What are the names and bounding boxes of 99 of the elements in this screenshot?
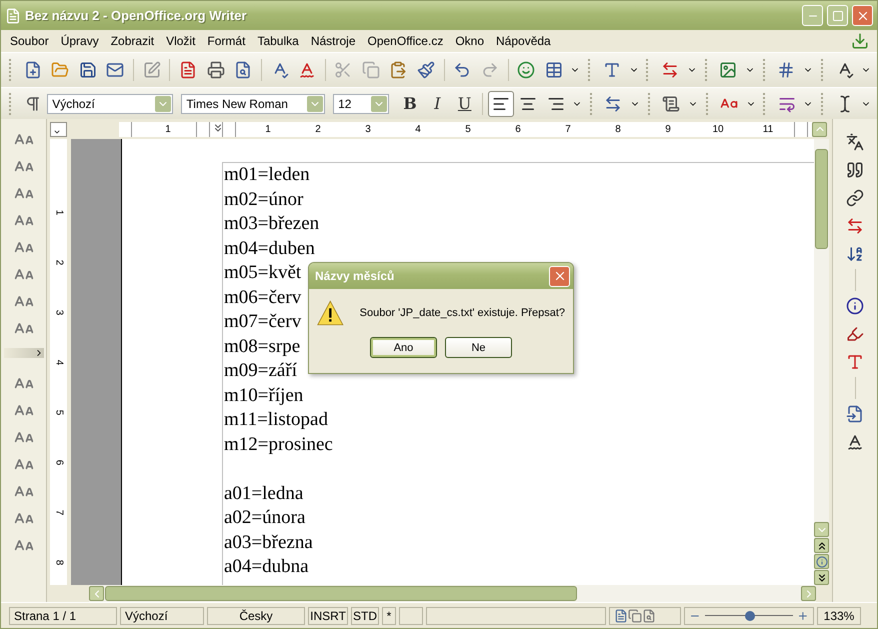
print-icon (206, 61, 225, 79)
text-line: m09=září (224, 360, 297, 381)
font-icon (846, 353, 864, 371)
navigator-icon (517, 61, 536, 79)
modified-indicator: * (382, 606, 396, 624)
menu-item[interactable]: Tabulka (252, 32, 304, 50)
text-line: m03=březen (224, 213, 320, 234)
text-line: m01=leden (224, 164, 310, 185)
selection-mode: STD (351, 606, 379, 624)
dialog-title: Názvy měsíců (315, 269, 394, 283)
indent-marker-icon (212, 122, 224, 134)
dialog-button[interactable]: Ano (370, 337, 437, 358)
text-line: m05=květ (224, 262, 302, 283)
highlight-icon (846, 325, 864, 343)
paste-icon (389, 61, 408, 79)
zoom-slider-thumb[interactable] (744, 610, 755, 620)
image-icon (719, 61, 738, 79)
ruler-number: 6 (53, 459, 64, 465)
open-icon (51, 61, 70, 79)
align-button[interactable] (488, 90, 514, 116)
book-view-icon (642, 608, 656, 622)
scroll-left-button[interactable] (89, 586, 104, 601)
menu-item[interactable]: Nástroje (306, 32, 360, 50)
update-icon (851, 32, 869, 50)
menu-item[interactable]: Vložit (161, 32, 200, 50)
previous-page-button[interactable] (814, 538, 829, 553)
text-line: a04=dubna (224, 556, 309, 577)
multi-page-icon (628, 608, 642, 622)
text-line: m12=prosinec (224, 434, 333, 454)
menu-item[interactable]: Úpravy (56, 32, 104, 50)
text-line: m08=srpe (224, 336, 300, 356)
text-line: a02=února (224, 507, 306, 528)
dialog-message: Soubor 'JP_date_cs.txt' existuje. Přepsat? (360, 307, 565, 319)
single-page-icon (614, 608, 628, 622)
undo-icon (453, 61, 472, 79)
close-button[interactable] (549, 266, 570, 286)
ruler-number: 8 (53, 559, 64, 565)
edit-file-icon (142, 61, 161, 79)
ruler-number: 5 (53, 409, 64, 415)
bold-button[interactable]: B (397, 90, 423, 116)
new-document-icon (24, 61, 42, 79)
text-line: a03=března (224, 532, 313, 552)
zoom-reading: 133% (817, 606, 861, 624)
italic-button[interactable]: I (424, 90, 450, 116)
menu-item[interactable]: OpenOffice.cz (362, 32, 448, 50)
script-icon (662, 94, 680, 112)
next-page-button[interactable] (814, 570, 829, 585)
tab-type-selector[interactable] (50, 122, 67, 136)
export-pdf-icon (179, 61, 198, 79)
scrollbar-thumb[interactable] (105, 586, 577, 601)
insert-mode: INSRT (308, 606, 348, 624)
text-tool-icon (602, 61, 621, 79)
text-line: a01=ledna (224, 482, 304, 504)
text-line: m06=červ (224, 286, 302, 308)
menu-item[interactable]: Soubor (5, 32, 54, 50)
ruler-number: 1 (53, 209, 64, 215)
document-icon (5, 8, 21, 24)
dialog-button[interactable]: Ne (445, 337, 512, 358)
menu-item[interactable]: Okno (450, 32, 490, 50)
info-icon (846, 297, 864, 315)
quotes-icon (846, 161, 864, 179)
font-size-dropdown[interactable]: 12 (333, 94, 390, 114)
close-button[interactable] (852, 5, 873, 26)
text-line: m02=únor (224, 188, 304, 210)
email-icon (106, 61, 124, 79)
sort-icon (846, 245, 864, 263)
menu-item[interactable]: Formát (202, 32, 250, 50)
ruler-number: 7 (53, 509, 64, 515)
style-dropdown[interactable]: Výchozí (47, 94, 174, 114)
format-paintbrush-icon (416, 61, 435, 79)
scroll-up-button[interactable] (812, 122, 827, 136)
menu-item[interactable]: Zobrazit (106, 32, 160, 50)
text-line: m07=červ (224, 311, 302, 332)
redo-icon (480, 61, 499, 79)
ruler-number: 2 (53, 259, 64, 265)
page-style: Výchozí (120, 606, 204, 624)
table-icon (544, 61, 563, 79)
status-field (399, 606, 423, 624)
zoom-in-icon (797, 610, 809, 622)
menu-item[interactable]: Nápověda (491, 32, 556, 50)
text-line: m10=říjen (224, 384, 304, 406)
page-preview-icon (234, 61, 252, 79)
page-indicator: Strana 1 / 1 (9, 606, 117, 624)
text-direction-icon (604, 94, 622, 112)
language-indicator: Česky (207, 606, 305, 624)
maximize-icon (832, 10, 844, 22)
cut-icon (334, 61, 352, 79)
ruler-number: 4 (53, 359, 64, 365)
underline-button[interactable]: U (452, 90, 478, 116)
insert-file-icon (846, 405, 864, 423)
text-line: m11=listopad (224, 409, 328, 430)
copy-icon (362, 61, 380, 79)
scrollbar-thumb[interactable] (815, 149, 828, 249)
window-title: Bez názvu 2 - OpenOffice.org Writer (25, 8, 248, 23)
ruler-number: 3 (53, 309, 64, 315)
font-dropdown[interactable]: Times New Roman (181, 94, 326, 114)
save-icon (78, 61, 97, 79)
autospellcheck-icon (298, 61, 316, 79)
text-line: m04=duben (224, 238, 315, 258)
